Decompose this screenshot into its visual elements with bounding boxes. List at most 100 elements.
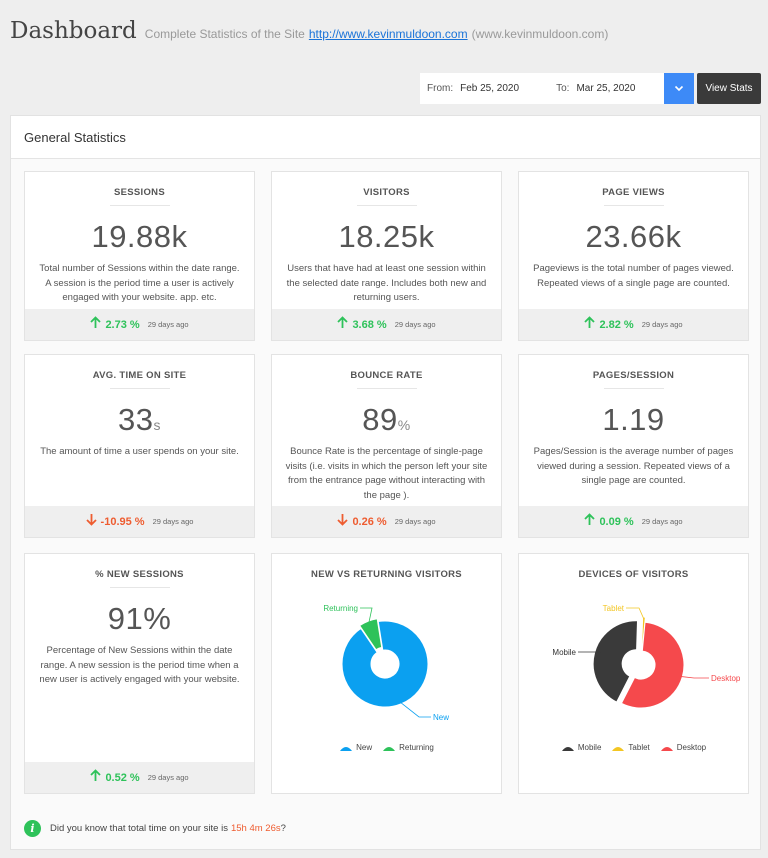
card-value: 18.25k (338, 219, 435, 254)
arrow-up-icon (337, 315, 349, 334)
card-value: 33s (118, 402, 161, 437)
change-percent: 3.68 % (352, 318, 387, 331)
pie-label-line (626, 607, 645, 620)
card-title: VISITORS (363, 187, 410, 198)
pie-label-desktop: Desktop (711, 674, 741, 683)
card-value: 19.88k (91, 219, 188, 254)
divider (109, 388, 170, 389)
divider (603, 388, 664, 389)
value-unit: s (153, 417, 161, 433)
pie-label-new: New (433, 713, 449, 722)
panel-title: General Statistics (11, 116, 760, 159)
change-percent: 2.73 % (105, 318, 140, 331)
chart-title: DEVICES OF VISITORS (578, 569, 689, 580)
stat-card-sessions: SESSIONS 19.88k Total number of Sessions… (24, 171, 255, 341)
change-percent: 0.52 % (105, 771, 140, 784)
time-ago: 29 days ago (147, 320, 189, 329)
view-stats-button[interactable]: View Stats (697, 73, 761, 104)
legend-label: Desktop (676, 743, 707, 752)
card-description: Pages/Session is the average number of p… (533, 446, 734, 487)
legend-label: Mobile (577, 743, 602, 752)
chevron-down-icon (674, 85, 684, 92)
card-footer: 0.09 % 29 days ago (519, 506, 748, 537)
card-title: PAGE VIEWS (602, 187, 665, 198)
arrow-up-icon (584, 315, 596, 334)
divider (356, 205, 417, 206)
card-title: PAGES/SESSION (592, 370, 675, 381)
pie-label-line (399, 701, 431, 718)
legend-item-desktop[interactable]: Desktop (660, 743, 706, 752)
to-label: To: (556, 83, 570, 94)
card-description: Percentage of New Sessions within the da… (39, 645, 240, 686)
page-title: Dashboard (10, 18, 137, 44)
change-percent: -10.95 % (100, 515, 145, 528)
time-ago: 29 days ago (641, 517, 683, 526)
divider (356, 388, 417, 389)
change-percent: 0.09 % (599, 515, 634, 528)
pie-label-tablet: Tablet (603, 604, 625, 613)
date-range-bar: From: Feb 25, 2020 To: Mar 25, 2020 View… (420, 73, 761, 104)
legend-label: New (356, 743, 373, 752)
legend-swatch-desktop (660, 746, 673, 751)
card-footer: 0.52 % 29 days ago (25, 762, 254, 793)
divider (603, 205, 664, 206)
legend-swatch-tablet (612, 746, 625, 751)
devices-chart: Mobile Tablet Desktop (552, 604, 741, 709)
from-date-field[interactable]: Feb 25, 2020 (460, 83, 550, 94)
card-title: % NEW SESSIONS (95, 569, 184, 580)
from-label: From: (427, 83, 454, 94)
legend-swatch-mobile (561, 746, 574, 751)
value-unit: % (397, 417, 411, 433)
page-subtitle: Complete Statistics of the Site (144, 27, 305, 41)
arrow-up-icon (90, 768, 102, 787)
tip-text: Did you know that total time on your sit… (50, 822, 228, 834)
date-dropdown-button[interactable] (664, 73, 694, 104)
stat-card-new-sessions: % NEW SESSIONS 91% Percentage of New Ses… (24, 553, 255, 794)
card-value: 1.19 (602, 402, 665, 437)
change-percent: 0.26 % (352, 515, 387, 528)
pie-label-returning: Returning (323, 604, 358, 613)
site-link[interactable]: http://www.kevinmuldoon.com (309, 27, 468, 41)
time-ago: 29 days ago (152, 517, 194, 526)
pie-slice-new[interactable] (341, 620, 429, 708)
legend-item-mobile[interactable]: Mobile (561, 743, 602, 752)
stat-card-bounce-rate: BOUNCE RATE 89% Bounce Rate is the perce… (271, 354, 502, 538)
card-footer: 2.73 % 29 days ago (25, 309, 254, 340)
divider (109, 205, 170, 206)
legend-item-new[interactable]: New (339, 743, 372, 752)
card-value: 89% (362, 402, 411, 437)
card-title: AVG. TIME ON SITE (92, 370, 187, 381)
legend-label: Returning (399, 743, 434, 752)
card-footer: -10.95 % 29 days ago (25, 506, 254, 537)
site-domain: (www.kevinmuldoon.com) (471, 27, 609, 41)
card-footer: 2.82 % 29 days ago (519, 309, 748, 340)
stat-card-pages-per-session: PAGES/SESSION 1.19 Pages/Session is the … (518, 354, 749, 538)
legend-item-returning[interactable]: Returning (382, 743, 434, 752)
legend-label: Tablet (628, 743, 650, 752)
card-footer: 3.68 % 29 days ago (272, 309, 501, 340)
card-value: 91% (107, 601, 172, 636)
card-description: Pageviews is the total number of pages v… (533, 263, 734, 289)
stat-card-page-views: PAGE VIEWS 23.66k Pageviews is the total… (518, 171, 749, 341)
time-ago: 29 days ago (147, 773, 189, 782)
legend-item-tablet[interactable]: Tablet (611, 743, 650, 752)
card-description: Total number of Sessions within the date… (39, 263, 240, 304)
card-description: Bounce Rate is the percentage of single-… (285, 446, 488, 501)
arrow-up-icon (90, 315, 102, 334)
stat-card-visitors: VISITORS 18.25k Users that have had at l… (271, 171, 502, 341)
time-ago: 29 days ago (641, 320, 683, 329)
arrow-down-icon (337, 513, 349, 531)
card-footer: 0.26 % 29 days ago (272, 506, 501, 537)
divider (109, 587, 170, 588)
tip-highlight: 15h 4m 26s (230, 822, 281, 834)
card-value: 23.66k (585, 219, 682, 254)
card-description: Users that have had at least one session… (286, 263, 487, 304)
to-date-field[interactable]: Mar 25, 2020 (576, 83, 635, 94)
pie-label-line (680, 676, 709, 679)
legend-swatch-new (340, 746, 353, 751)
date-range-picker[interactable]: From: Feb 25, 2020 To: Mar 25, 2020 (420, 73, 664, 104)
time-ago: 29 days ago (394, 320, 436, 329)
info-icon: i (24, 819, 41, 837)
legend-swatch-returning (383, 746, 396, 751)
chart-card-new-vs-returning: NEW VS RETURNING VISITORS New Returning N… (271, 553, 502, 794)
